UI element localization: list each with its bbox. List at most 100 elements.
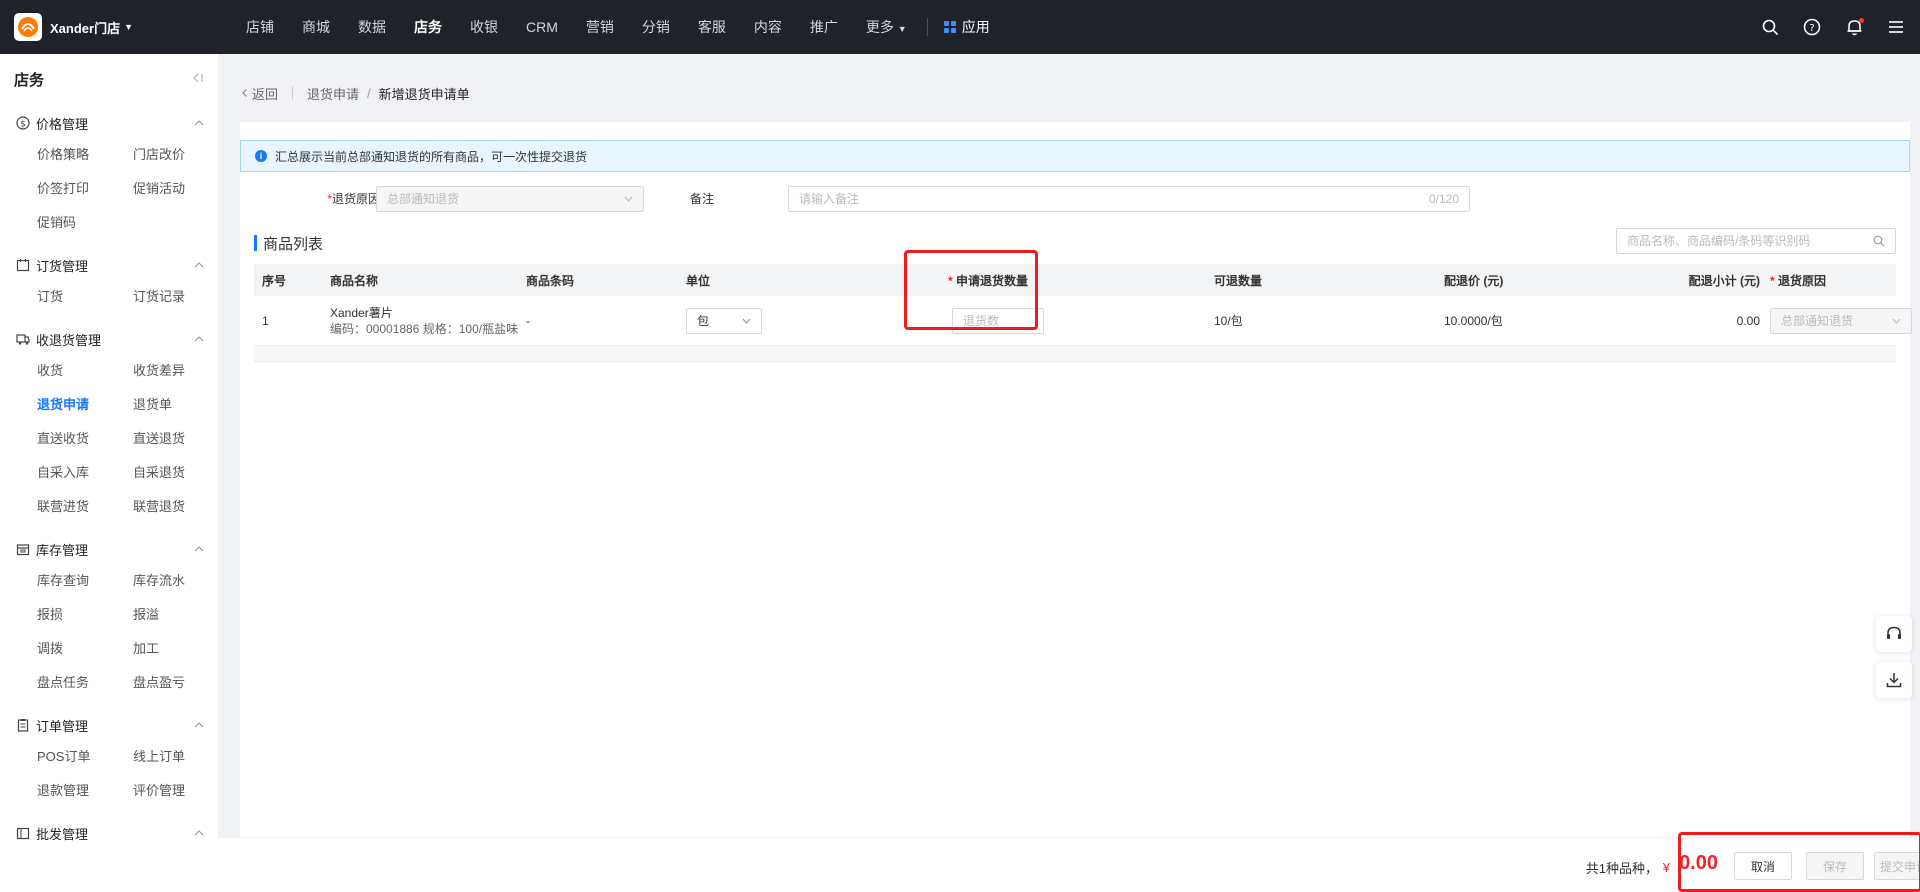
sidebar-item-receive[interactable]: 收货 bbox=[37, 354, 133, 388]
sidebar-item-store-price-change[interactable]: 门店改价 bbox=[133, 138, 218, 172]
sidebar-item-reviews[interactable]: 评价管理 bbox=[133, 774, 218, 808]
sidebar-item-pos-orders[interactable]: POS订单 bbox=[37, 740, 133, 774]
sidebar-item-price-tag-print[interactable]: 价签打印 bbox=[37, 172, 133, 206]
sidebar-group-head[interactable]: 订货管理 bbox=[0, 250, 218, 280]
nav-item-content[interactable]: 内容 bbox=[740, 0, 796, 54]
sidebar-item-direct-return[interactable]: 直送退货 bbox=[133, 422, 218, 456]
chevron-up-icon bbox=[194, 120, 204, 126]
sidebar-group-head[interactable]: 批发管理 bbox=[0, 818, 218, 848]
sidebar-item-count-task[interactable]: 盘点任务 bbox=[37, 666, 133, 700]
sidebar-item-promotion[interactable]: 促销活动 bbox=[133, 172, 218, 206]
col-unit: 单位 bbox=[686, 273, 711, 288]
unit-value: 包 bbox=[697, 313, 710, 328]
nav-item-crm[interactable]: CRM bbox=[512, 0, 572, 54]
nav-item-cashier[interactable]: 收银 bbox=[456, 0, 512, 54]
sidebar-item-online-orders[interactable]: 线上订单 bbox=[133, 740, 218, 774]
sidebar-group-head[interactable]: 库存管理 bbox=[0, 534, 218, 564]
download-icon bbox=[1886, 673, 1902, 688]
sidebar-item-stock-flow[interactable]: 库存流水 bbox=[133, 564, 218, 598]
nav-item-store-ops[interactable]: 店务 bbox=[400, 0, 456, 54]
breadcrumb-parent[interactable]: 退货申请 bbox=[307, 84, 359, 103]
sidebar-group-head[interactable]: $ 价格管理 bbox=[0, 108, 218, 138]
row-index: 1 bbox=[262, 313, 269, 328]
breadcrumb-divider bbox=[292, 86, 294, 100]
sidebar-group-head[interactable]: 收退货管理 bbox=[0, 324, 218, 354]
remark-input[interactable]: 请输入备注 0/120 bbox=[788, 186, 1470, 212]
sidebar-group-head[interactable]: 订单管理 bbox=[0, 710, 218, 740]
cancel-button[interactable]: 取消 bbox=[1734, 852, 1792, 880]
back-button[interactable]: 返回 bbox=[240, 84, 278, 103]
nav-item-distribution[interactable]: 分销 bbox=[628, 0, 684, 54]
back-label: 返回 bbox=[252, 86, 279, 102]
nav-item-data[interactable]: 数据 bbox=[344, 0, 400, 54]
sidebar-item-joint-purchase[interactable]: 联营进货 bbox=[37, 490, 133, 524]
save-button[interactable]: 保存 bbox=[1806, 852, 1864, 880]
sidebar-item-promo-code[interactable]: 促销码 bbox=[37, 206, 133, 240]
unit-select[interactable]: 包 bbox=[686, 307, 762, 334]
dollar-circle-icon: $ bbox=[16, 116, 30, 130]
sidebar-item-return-order[interactable]: 退货单 bbox=[133, 388, 218, 422]
headset-icon bbox=[1887, 626, 1901, 639]
sidebar-item-price-strategy[interactable]: 价格策略 bbox=[37, 138, 133, 172]
return-qty-placeholder: 退货数 bbox=[963, 313, 1000, 328]
sidebar-item-order[interactable]: 订货 bbox=[37, 280, 133, 314]
nav-item-more[interactable]: 更多 ▼ bbox=[852, 0, 921, 54]
search-placeholder: 商品名称、商品编码/条码等识别码 bbox=[1627, 234, 1811, 248]
chevron-down-icon bbox=[742, 318, 751, 324]
col-qty: * 申请退货数量 bbox=[928, 272, 1214, 289]
truck-icon bbox=[16, 332, 30, 346]
sidebar-group-orders: 订单管理 POS订单 线上订单 退款管理 评价管理 bbox=[0, 706, 218, 814]
nav-item-shop[interactable]: 店铺 bbox=[232, 0, 288, 54]
bell-icon[interactable] bbox=[1844, 17, 1864, 37]
table-row: 1 Xander薯片 编码：00001886 规格：100/瓶盐味 - 包 退货… bbox=[254, 296, 1912, 346]
sidebar-item-self-purchase-in[interactable]: 自采入库 bbox=[37, 456, 133, 490]
sidebar-group-inventory: 库存管理 库存查询 库存流水 报损 报溢 调拨 加工 盘点任务 盘点盈亏 bbox=[0, 530, 218, 706]
title-accent-bar bbox=[254, 235, 257, 251]
col-barcode: 商品条码 bbox=[526, 273, 575, 288]
table-summary-row bbox=[254, 346, 1896, 362]
collapse-sidebar-icon[interactable] bbox=[192, 72, 204, 86]
sidebar-item-joint-return[interactable]: 联营退货 bbox=[133, 490, 218, 524]
help-icon[interactable]: ? bbox=[1802, 17, 1822, 37]
sidebar-item-return-request[interactable]: 退货申请 bbox=[37, 388, 133, 422]
return-reason-select[interactable]: 总部通知退货 bbox=[376, 186, 644, 212]
sidebar-item-loss[interactable]: 报损 bbox=[37, 598, 133, 632]
col-name: 商品名称 bbox=[330, 273, 379, 288]
return-qty-input[interactable]: 退货数 bbox=[952, 307, 1044, 334]
sidebar-item-refunds[interactable]: 退款管理 bbox=[37, 774, 133, 808]
return-reason-value: 总部通知退货 bbox=[387, 192, 460, 206]
currency-symbol: ¥ bbox=[1662, 860, 1670, 875]
customer-service-button[interactable] bbox=[1876, 616, 1912, 652]
row-reason-select[interactable]: 总部通知退货 bbox=[1770, 307, 1912, 334]
sidebar-item-count-diff[interactable]: 盘点盈亏 bbox=[133, 666, 218, 700]
search-icon[interactable] bbox=[1760, 17, 1780, 37]
nav-item-service[interactable]: 客服 bbox=[684, 0, 740, 54]
row-product: Xander薯片 编码：00001886 规格：100/瓶盐味 bbox=[330, 305, 526, 337]
sidebar-item-processing[interactable]: 加工 bbox=[133, 632, 218, 666]
sidebar-item-transfer[interactable]: 调拨 bbox=[37, 632, 133, 666]
caret-down-icon: ▼ bbox=[124, 22, 133, 32]
sidebar-group-name: 库存管理 bbox=[36, 542, 89, 558]
product-list-title: 商品列表 bbox=[254, 234, 323, 253]
sidebar-item-direct-receive[interactable]: 直送收货 bbox=[37, 422, 133, 456]
menu-icon[interactable] bbox=[1886, 17, 1906, 37]
nav-item-promotion[interactable]: 推广 bbox=[796, 0, 852, 54]
submit-button[interactable]: 提交申请 bbox=[1874, 852, 1920, 880]
table-header: 序号 商品名称 商品条码 单位 * 申请退货数量 可退数量 配退价 (元) 配退… bbox=[254, 264, 1896, 296]
sidebar-item-order-records[interactable]: 订货记录 bbox=[133, 280, 218, 314]
sidebar-item-self-purchase-return[interactable]: 自采退货 bbox=[133, 456, 218, 490]
required-mark: * bbox=[1770, 273, 1775, 288]
download-button[interactable] bbox=[1876, 662, 1912, 698]
store-switcher[interactable]: Xander门店 ▼ bbox=[0, 0, 218, 54]
nav-apps[interactable]: 应用 bbox=[934, 17, 1000, 37]
sidebar-item-stock-query[interactable]: 库存查询 bbox=[37, 564, 133, 598]
sidebar-item-overflow[interactable]: 报溢 bbox=[133, 598, 218, 632]
form-row: *退货原因 总部通知退货 备注 请输入备注 0/120 bbox=[240, 186, 1910, 212]
search-icon[interactable] bbox=[1873, 235, 1885, 247]
sidebar-item-receive-diff[interactable]: 收货差异 bbox=[133, 354, 218, 388]
row-subtotal: 0.00 bbox=[1736, 313, 1760, 328]
nav-item-marketing[interactable]: 营销 bbox=[572, 0, 628, 54]
store-name: Xander门店 bbox=[50, 20, 121, 36]
product-search-input[interactable]: 商品名称、商品编码/条码等识别码 bbox=[1616, 228, 1896, 254]
nav-item-mall[interactable]: 商城 bbox=[288, 0, 344, 54]
